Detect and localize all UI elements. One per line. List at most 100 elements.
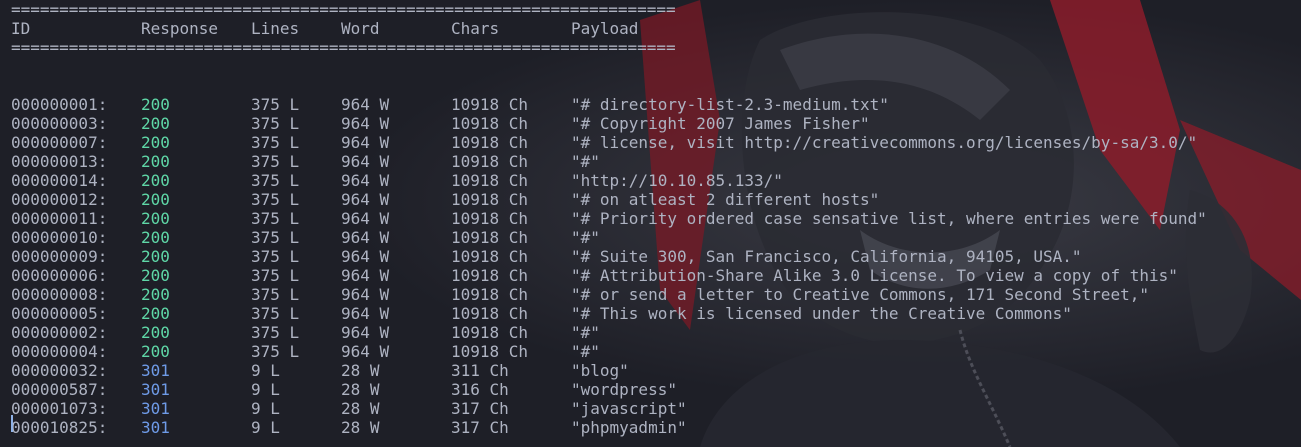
row-word: 964 W xyxy=(341,95,390,114)
row-lines: 375 L xyxy=(251,209,300,228)
row-id: 000000032: xyxy=(11,361,108,380)
row-response: 200 xyxy=(141,247,170,266)
table-row: 000000001: 200 375 L 964 W 10918 Ch "# direct… xyxy=(11,95,1291,114)
row-lines: 375 L xyxy=(251,171,300,190)
table-row: 000000002: 200 375 L 964 W 10918 Ch "#" xyxy=(11,323,1291,342)
row-payload: "# directory-list-2.3-medium.txt" xyxy=(571,95,889,114)
row-response: 200 xyxy=(141,114,170,133)
header-id: ID xyxy=(11,19,31,38)
terminal-output: ========================================… xyxy=(11,0,1291,437)
header-chars: Chars xyxy=(451,19,500,38)
row-response: 200 xyxy=(141,342,170,361)
row-payload: "http://10.10.85.133/" xyxy=(571,171,783,190)
header-lines: Lines xyxy=(251,19,300,38)
row-chars: 10918 Ch xyxy=(451,304,529,323)
row-payload: "# This work is licensed under the Creat… xyxy=(571,304,1072,323)
row-lines: 375 L xyxy=(251,95,300,114)
row-chars: 316 Ch xyxy=(451,380,509,399)
table-row: 000000005: 200 375 L 964 W 10918 Ch "# This w… xyxy=(11,304,1291,323)
table-row: 000000014: 200 375 L 964 W 10918 Ch "http://1… xyxy=(11,171,1291,190)
row-lines: 9 L xyxy=(251,399,280,418)
row-id: 000000006: xyxy=(11,266,108,285)
row-lines: 375 L xyxy=(251,285,300,304)
row-lines: 375 L xyxy=(251,323,300,342)
row-word: 964 W xyxy=(341,247,390,266)
table-row: 000000013: 200 375 L 964 W 10918 Ch "#" xyxy=(11,152,1291,171)
result-rows: 000000001: 200 375 L 964 W 10918 Ch "# direct… xyxy=(11,95,1291,437)
row-response: 200 xyxy=(141,133,170,152)
row-lines: 375 L xyxy=(251,228,300,247)
row-lines: 375 L xyxy=(251,190,300,209)
row-lines: 9 L xyxy=(251,418,280,437)
row-word: 964 W xyxy=(341,228,390,247)
row-payload: "# Attribution-Share Alike 3.0 License. … xyxy=(571,266,1178,285)
row-word: 964 W xyxy=(341,342,390,361)
row-chars: 10918 Ch xyxy=(451,247,529,266)
table-row: 000000006: 200 375 L 964 W 10918 Ch "# Attrib… xyxy=(11,266,1291,285)
row-id: 000000009: xyxy=(11,247,108,266)
row-response: 200 xyxy=(141,95,170,114)
table-row: 000000007: 200 375 L 964 W 10918 Ch "# licens… xyxy=(11,133,1291,152)
row-chars: 10918 Ch xyxy=(451,342,529,361)
row-response: 200 xyxy=(141,266,170,285)
table-header: ID Response Lines Word Chars Payload xyxy=(11,19,1291,38)
row-word: 964 W xyxy=(341,190,390,209)
row-lines: 375 L xyxy=(251,133,300,152)
row-word: 964 W xyxy=(341,171,390,190)
row-payload: "#" xyxy=(571,323,600,342)
row-payload: "# on atleast 2 different hosts" xyxy=(571,190,880,209)
row-lines: 375 L xyxy=(251,247,300,266)
row-payload: "#" xyxy=(571,152,600,171)
row-response: 200 xyxy=(141,228,170,247)
row-lines: 375 L xyxy=(251,342,300,361)
row-response: 200 xyxy=(141,190,170,209)
row-response: 200 xyxy=(141,323,170,342)
row-chars: 10918 Ch xyxy=(451,171,529,190)
table-row: 000001073: 301 9 L 28 W 317 Ch "javascript" xyxy=(11,399,1291,418)
row-id: 000000003: xyxy=(11,114,108,133)
table-row: 000000011: 200 375 L 964 W 10918 Ch "# Priori… xyxy=(11,209,1291,228)
row-id: 000000013: xyxy=(11,152,108,171)
row-id: 000000007: xyxy=(11,133,108,152)
row-id: 000000005: xyxy=(11,304,108,323)
row-payload: "# license, visit http://creativecommons… xyxy=(571,133,1198,152)
table-row: 000000010: 200 375 L 964 W 10918 Ch "#" xyxy=(11,228,1291,247)
header-word: Word xyxy=(341,19,380,38)
row-lines: 375 L xyxy=(251,152,300,171)
row-word: 964 W xyxy=(341,133,390,152)
row-response: 200 xyxy=(141,152,170,171)
row-chars: 10918 Ch xyxy=(451,133,529,152)
row-chars: 10918 Ch xyxy=(451,285,529,304)
row-word: 964 W xyxy=(341,152,390,171)
row-id: 000000008: xyxy=(11,285,108,304)
row-word: 964 W xyxy=(341,209,390,228)
row-payload: "# Priority ordered case sensative list,… xyxy=(571,209,1207,228)
row-chars: 10918 Ch xyxy=(451,209,529,228)
row-chars: 10918 Ch xyxy=(451,228,529,247)
row-word: 28 W xyxy=(341,399,380,418)
row-id: 000000004: xyxy=(11,342,108,361)
row-response: 200 xyxy=(141,285,170,304)
row-id: 000000001: xyxy=(11,95,108,114)
row-chars: 311 Ch xyxy=(451,361,509,380)
table-row: 000000003: 200 375 L 964 W 10918 Ch "# Copyri… xyxy=(11,114,1291,133)
row-response: 200 xyxy=(141,171,170,190)
row-response: 301 xyxy=(141,361,170,380)
row-response: 200 xyxy=(141,304,170,323)
row-word: 964 W xyxy=(341,266,390,285)
row-id: 000000011: xyxy=(11,209,108,228)
terminal-cursor[interactable] xyxy=(11,415,13,432)
row-payload: "# Copyright 2007 James Fisher" xyxy=(571,114,870,133)
row-response: 301 xyxy=(141,418,170,437)
row-payload: "phpmyadmin" xyxy=(571,418,687,437)
row-chars: 10918 Ch xyxy=(451,266,529,285)
row-chars: 317 Ch xyxy=(451,399,509,418)
row-lines: 375 L xyxy=(251,266,300,285)
table-row: 000010825: 301 9 L 28 W 317 Ch "phpmyadmin" xyxy=(11,418,1291,437)
row-payload: "wordpress" xyxy=(571,380,677,399)
row-chars: 10918 Ch xyxy=(451,114,529,133)
row-chars: 10918 Ch xyxy=(451,190,529,209)
row-payload: "javascript" xyxy=(571,399,687,418)
row-id: 000010825: xyxy=(11,418,108,437)
